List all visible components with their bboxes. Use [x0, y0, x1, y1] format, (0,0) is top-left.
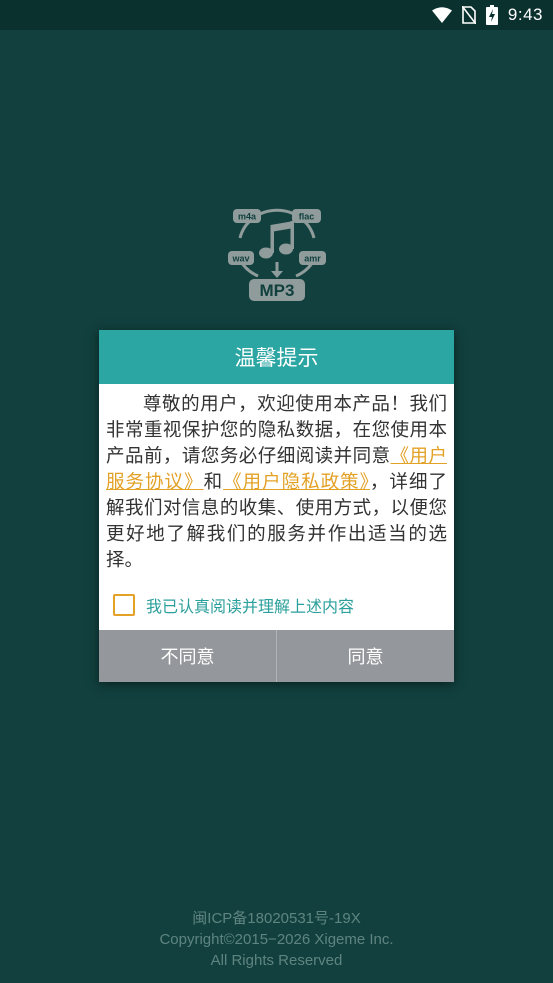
battery-charging-icon: [485, 5, 498, 25]
dialog-message: 尊敬的用户，欢迎使用本产品！我们非常重视保护您的隐私数据，在您使用本产品前，请您…: [106, 392, 447, 574]
svg-text:flac: flac: [299, 212, 315, 222]
consent-checkbox-label[interactable]: 我已认真阅读并理解上述内容: [146, 593, 354, 617]
app-logo: m4a flac wav amr MP3: [228, 200, 326, 304]
status-icons: 9:43: [431, 0, 543, 30]
svg-text:m4a: m4a: [238, 212, 257, 222]
icp-license: 闽ICP备18020531号-19X: [192, 910, 361, 927]
consent-row[interactable]: 我已认真阅读并理解上述内容: [113, 592, 354, 618]
svg-text:amr: amr: [304, 254, 321, 264]
arrow-down-icon: [271, 262, 283, 278]
privacy-policy-link[interactable]: 《用户隐私政策》: [223, 472, 370, 493]
agree-button[interactable]: 同意: [276, 630, 454, 682]
rights-text: All Rights Reserved: [210, 952, 343, 969]
mp3-converter-icon: m4a flac wav amr MP3: [228, 208, 326, 301]
music-note-icon: [259, 221, 294, 259]
svg-text:MP3: MP3: [260, 281, 295, 300]
no-sim-icon: [461, 6, 476, 24]
status-bar: 9:43: [0, 0, 553, 30]
disagree-button[interactable]: 不同意: [99, 630, 276, 682]
privacy-dialog: 温馨提示 尊敬的用户，欢迎使用本产品！我们非常重视保护您的隐私数据，在您使用本产…: [99, 330, 454, 682]
dialog-button-bar: 不同意 同意: [99, 630, 454, 682]
dialog-title: 温馨提示: [99, 330, 454, 384]
footer: 闽ICP备18020531号-19X Copyright©2015−2026 X…: [0, 908, 553, 971]
copyright-text: Copyright©2015−2026 Xigeme Inc.: [159, 931, 394, 948]
svg-text:wav: wav: [231, 254, 249, 264]
status-time: 9:43: [507, 5, 543, 24]
consent-checkbox[interactable]: [113, 594, 135, 616]
dialog-message-and: 和: [203, 472, 224, 493]
wifi-icon: [431, 7, 452, 23]
